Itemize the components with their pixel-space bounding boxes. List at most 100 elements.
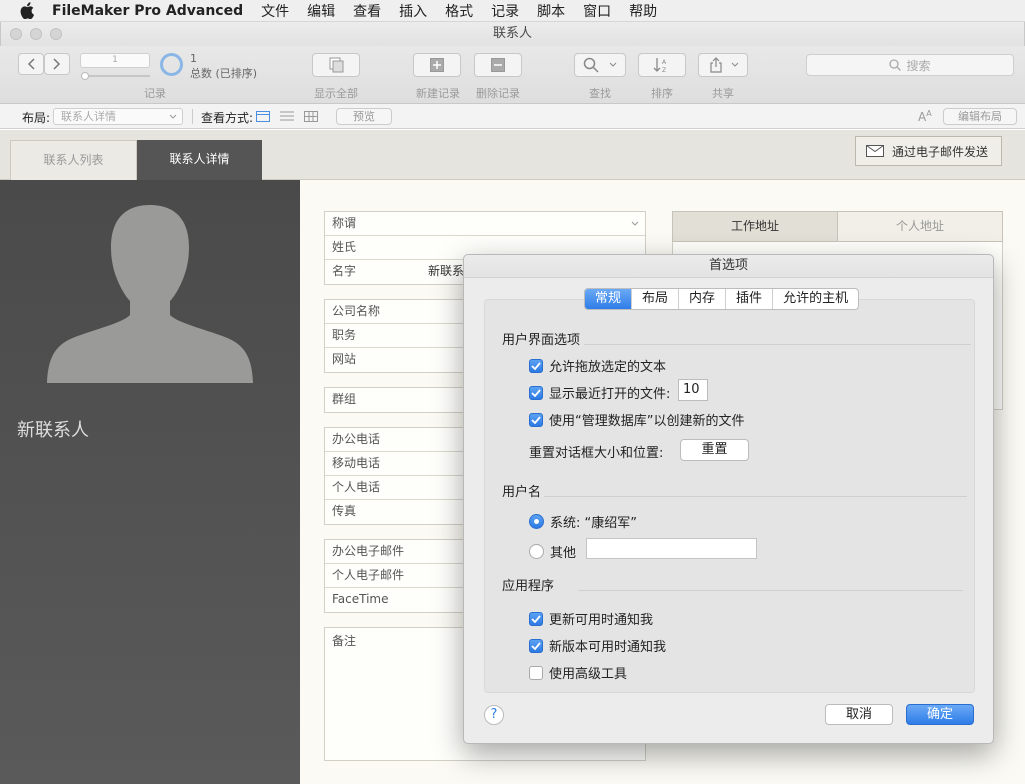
menu-bar: FileMaker Pro Advanced 文件 编辑 查看 插入 格式 记录… [0, 0, 1025, 22]
email-send-button[interactable]: 通过电子邮件发送 [855, 136, 1002, 166]
notify-updates-option[interactable]: 更新可用时通知我 [529, 609, 653, 628]
search-icon [889, 59, 902, 71]
edit-layout-button[interactable]: 编辑布局 [943, 108, 1017, 125]
menu-records[interactable]: 记录 [491, 1, 519, 21]
envelope-icon [866, 145, 884, 157]
search-placeholder: 搜索 [906, 58, 931, 73]
section-divider [578, 590, 963, 591]
checkmark-icon [531, 388, 541, 397]
menu-file[interactable]: 文件 [261, 1, 289, 21]
tab-allowed-hosts[interactable]: 允许的主机 [773, 289, 858, 309]
help-button[interactable]: ? [484, 705, 504, 725]
menu-view[interactable]: 查看 [353, 1, 381, 21]
tab-memory[interactable]: 内存 [679, 289, 727, 309]
ok-button[interactable]: 确定 [906, 704, 974, 725]
tab-general[interactable]: 常规 [585, 289, 633, 309]
tab-contact-list[interactable]: 联系人列表 [10, 140, 137, 180]
notify-version-option[interactable]: 新版本可用时通知我 [529, 636, 666, 655]
manage-db-checkbox[interactable] [529, 412, 543, 427]
chevron-down-icon [609, 62, 617, 67]
chevron-down-icon [731, 62, 739, 67]
zoom-button[interactable] [50, 28, 62, 40]
record-count: 1 [190, 52, 197, 65]
next-record-button[interactable] [44, 53, 70, 75]
notify-updates-checkbox[interactable] [529, 611, 543, 626]
menu-help[interactable]: 帮助 [629, 1, 657, 21]
last-name-label: 姓氏 [332, 240, 357, 254]
close-button[interactable] [10, 28, 22, 40]
fax-label: 传真 [332, 504, 357, 518]
salutation-label: 称谓 [332, 216, 357, 230]
window-title: 联系人 [492, 26, 532, 41]
menu-insert[interactable]: 插入 [399, 1, 427, 21]
notify-version-checkbox[interactable] [529, 638, 543, 653]
allow-drag-option[interactable]: 允许拖放选定的文本 [529, 356, 666, 375]
first-name-label: 名字 [332, 264, 357, 278]
sort-button[interactable]: AZ [638, 53, 686, 77]
first-name-value: 新联系 [428, 264, 465, 278]
system-user-radio[interactable] [529, 514, 544, 529]
show-all-label: 显示全部 [314, 87, 358, 100]
home-phone-label: 个人电话 [332, 480, 381, 494]
record-slider-thumb[interactable] [81, 72, 89, 80]
table-view-icon[interactable] [304, 111, 318, 122]
copy-records-icon [329, 57, 344, 73]
chevron-right-icon [53, 58, 61, 70]
website-label: 网站 [332, 352, 357, 366]
tab-layout[interactable]: 布局 [632, 289, 680, 309]
ui-options-heading: 用户界面选项 [502, 333, 581, 348]
sort-label: 排序 [651, 87, 673, 100]
cancel-button[interactable]: 取消 [825, 704, 893, 725]
other-user-label: 其他 [550, 546, 577, 561]
show-recent-label: 显示最近打开的文件: [549, 387, 671, 402]
new-record-button[interactable] [413, 53, 461, 77]
delete-record-button[interactable] [474, 53, 522, 77]
menu-format[interactable]: 格式 [445, 1, 473, 21]
allow-drag-label: 允许拖放选定的文本 [549, 360, 667, 375]
dialog-title: 首选项 [464, 255, 993, 278]
menu-window[interactable]: 窗口 [583, 1, 611, 21]
preview-button[interactable]: 预览 [336, 108, 392, 125]
record-number-input[interactable]: 1 [80, 53, 150, 68]
work-email-label: 办公电子邮件 [332, 544, 405, 558]
other-user-input[interactable] [586, 538, 757, 559]
work-phone-label: 办公电话 [332, 432, 381, 446]
advanced-tools-option[interactable]: 使用高级工具 [529, 663, 627, 682]
text-format-icon[interactable]: AA [918, 109, 932, 124]
tab-contact-detail[interactable]: 联系人详情 [137, 140, 262, 181]
share-button[interactable] [698, 53, 748, 77]
tab-work-address[interactable]: 工作地址 [673, 212, 838, 241]
list-view-icon[interactable] [280, 111, 294, 122]
form-view-icon[interactable] [256, 111, 270, 122]
salutation-field[interactable]: 称谓 [325, 212, 645, 236]
group-label: 群组 [332, 392, 357, 406]
app-menu[interactable]: FileMaker Pro Advanced [52, 3, 243, 19]
allow-drag-checkbox[interactable] [529, 358, 543, 373]
other-user-radio[interactable] [529, 544, 544, 559]
minimize-button[interactable] [30, 28, 42, 40]
reset-button[interactable]: 重置 [680, 439, 749, 461]
search-field[interactable]: 搜索 [806, 54, 1014, 76]
advanced-tools-checkbox[interactable] [529, 665, 543, 680]
tab-home-address[interactable]: 个人地址 [838, 212, 1002, 241]
find-label: 查找 [589, 87, 611, 100]
show-recent-option[interactable]: 显示最近打开的文件: [529, 383, 670, 402]
show-recent-checkbox[interactable] [529, 385, 543, 400]
show-all-button[interactable] [312, 53, 360, 77]
other-user-option[interactable]: 其他 [529, 542, 576, 561]
menu-edit[interactable]: 编辑 [307, 1, 335, 21]
plus-icon [430, 58, 444, 72]
manage-db-option[interactable]: 使用“管理数据库”以创建新的文件 [529, 410, 744, 429]
notify-version-label: 新版本可用时通知我 [549, 640, 667, 655]
record-slider[interactable] [84, 75, 150, 77]
tab-plugins[interactable]: 插件 [726, 289, 774, 309]
system-user-label: 系统: “康绍军” [550, 516, 637, 531]
recent-count-input[interactable]: 10 [678, 379, 708, 401]
system-user-option[interactable]: 系统: “康绍军” [529, 512, 637, 531]
menu-scripts[interactable]: 脚本 [537, 1, 565, 21]
apple-icon[interactable] [20, 2, 38, 20]
layout-select[interactable]: 联系人详情 [53, 108, 183, 125]
previous-record-button[interactable] [18, 53, 44, 75]
find-button[interactable] [574, 53, 626, 77]
section-divider [584, 344, 971, 345]
